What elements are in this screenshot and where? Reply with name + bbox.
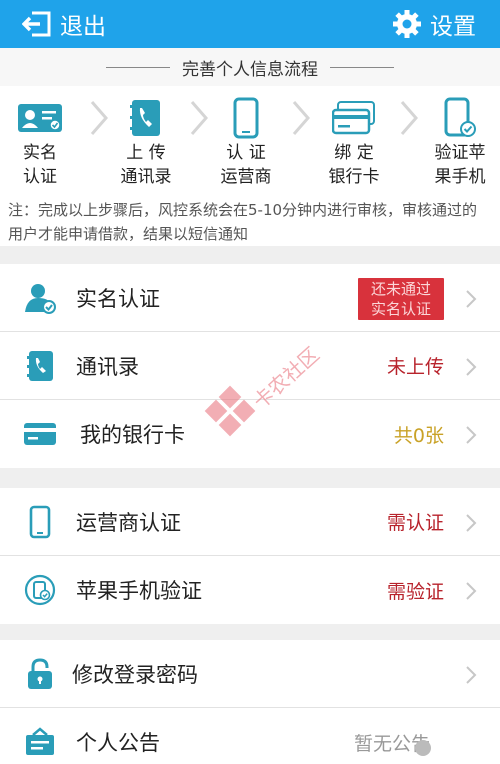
flow-title-row: 完善个人信息流程 — [0, 48, 500, 86]
title-divider-left — [106, 66, 170, 68]
row-count: 共0张 — [393, 424, 444, 447]
list-group-verification: 实名认证 还未通过 实名认证 通讯录 未上传 我的银行卡 共0张 — [0, 264, 500, 468]
chevron-right-icon — [400, 101, 418, 135]
flow-note: 注：完成以上步骤后，风控系统会在5-10分钟内进行审核，审核通过的用户才能申请借… — [0, 194, 500, 246]
mobile-phone-icon — [29, 505, 51, 539]
chevron-right-icon — [466, 426, 477, 444]
step-bank-card[interactable]: 绑 定 银行卡 — [314, 96, 394, 188]
chevron-right-icon — [466, 358, 477, 376]
row-change-password[interactable]: 修改登录密码 — [0, 640, 500, 708]
row-status: 未上传 — [386, 356, 444, 378]
step-apple-verify[interactable]: 验证苹 果手机 — [420, 96, 500, 188]
row-label: 运营商认证 — [76, 510, 181, 535]
step-label-line1: 验证苹 — [434, 143, 486, 163]
watermark-corner-text: APP最危线 — [435, 741, 494, 755]
flow-title: 完善个人信息流程 — [182, 59, 318, 80]
step-label-line1: 认 证 — [226, 143, 266, 163]
step-label-line1: 绑 定 — [334, 143, 374, 163]
badge-line1: 还未通过 — [370, 280, 431, 298]
logout-icon — [22, 11, 51, 37]
row-label: 我的银行卡 — [80, 423, 185, 447]
chevron-right-icon — [466, 514, 477, 532]
logout-button[interactable]: 退出 — [22, 0, 106, 48]
step-real-name[interactable]: 实名 认证 — [0, 96, 80, 188]
step-label-line1: 实名 — [23, 143, 57, 163]
list-group-device: 运营商认证 需认证 苹果手机验证 需验证 — [0, 488, 500, 624]
step-contacts[interactable]: 上 传 通讯录 — [106, 96, 186, 188]
row-carrier-auth[interactable]: 运营商认证 需认证 — [0, 488, 500, 556]
row-contacts[interactable]: 通讯录 未上传 — [0, 332, 500, 400]
chevron-right-icon — [466, 582, 477, 600]
step-label-line2: 银行卡 — [328, 167, 380, 187]
step-label-line1: 上 传 — [126, 143, 166, 163]
chevron-right-icon — [292, 101, 310, 135]
top-bar: 退出 设置 — [0, 0, 500, 48]
settings-button[interactable]: 设置 — [392, 0, 476, 48]
person-verified-icon — [25, 284, 56, 314]
apple-phone-verify-icon — [444, 97, 476, 137]
mobile-phone-icon — [233, 97, 259, 139]
settings-label: 设置 — [430, 14, 476, 40]
step-label-line2: 果手机 — [434, 167, 486, 187]
title-divider-right — [330, 66, 394, 68]
announcement-icon — [26, 727, 54, 755]
contacts-icon — [130, 100, 160, 136]
step-label-line2: 运营商 — [220, 167, 272, 187]
chevron-right-icon — [466, 666, 477, 684]
row-status: 需认证 — [386, 512, 444, 534]
status-badge: 还未通过 实名认证 — [358, 278, 444, 320]
row-label: 个人公告 — [76, 731, 160, 755]
row-status: 需验证 — [386, 580, 444, 603]
row-real-name-auth[interactable]: 实名认证 还未通过 实名认证 — [0, 264, 500, 332]
row-apple-verify[interactable]: 苹果手机验证 需验证 — [0, 556, 500, 624]
row-label: 修改登录密码 — [72, 662, 198, 687]
step-label-line2: 通讯录 — [120, 167, 172, 187]
row-label: 通讯录 — [76, 354, 139, 379]
phone-book-icon — [27, 351, 53, 381]
gear-icon — [393, 10, 421, 38]
apple-phone-verify-icon — [24, 574, 56, 606]
bank-card-icon — [24, 423, 56, 445]
bank-card-icon — [332, 101, 375, 135]
step-carrier[interactable]: 认 证 运营商 — [206, 96, 286, 188]
row-label: 实名认证 — [76, 286, 160, 311]
id-card-icon — [18, 104, 62, 132]
watermark-avatar — [415, 739, 432, 756]
row-label: 苹果手机验证 — [76, 579, 202, 603]
flow-steps: 实名 认证 上 传 通讯录 认 证 运营商 绑 定 银行卡 验证苹 果手机 — [0, 86, 500, 194]
badge-line2: 实名认证 — [370, 300, 431, 318]
step-label-line2: 认证 — [23, 167, 57, 187]
watermark-corner: APP最危线 — [415, 739, 494, 756]
logout-label: 退出 — [60, 14, 106, 40]
row-my-bank-card[interactable]: 我的银行卡 共0张 — [0, 400, 500, 468]
chevron-right-icon — [466, 290, 477, 308]
lock-icon — [28, 658, 52, 689]
